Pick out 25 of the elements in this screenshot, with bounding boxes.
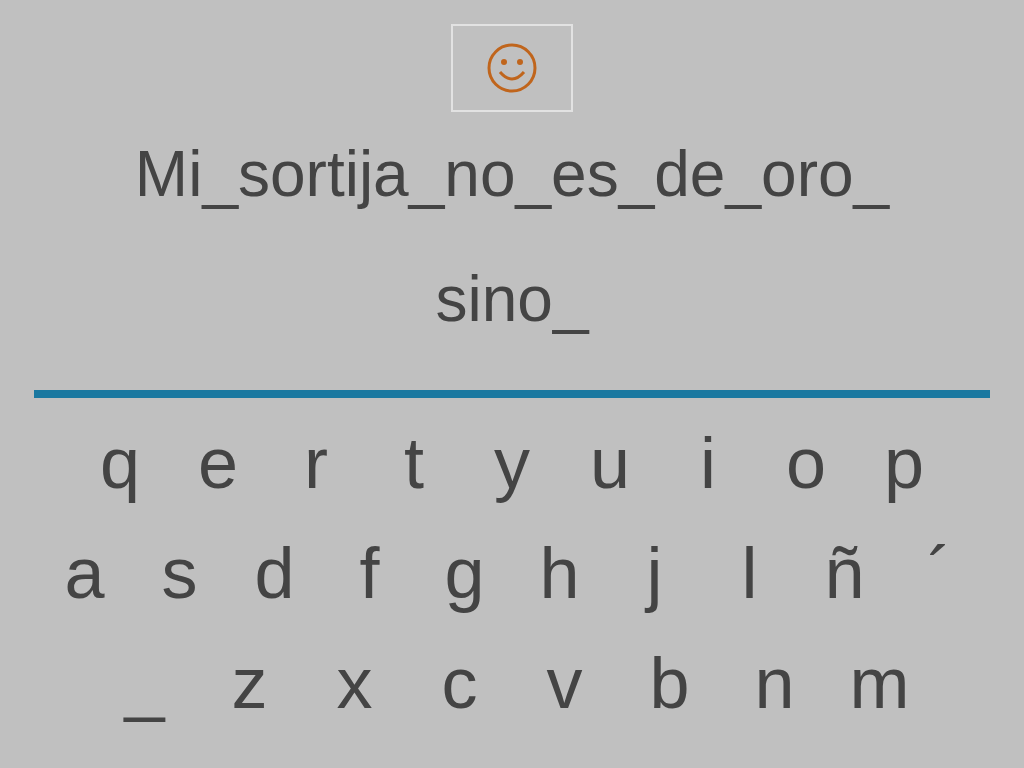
- letter-key[interactable]: c: [407, 647, 512, 719]
- letter-key[interactable]: n: [722, 647, 827, 719]
- letter-key[interactable]: v: [512, 647, 617, 719]
- letter-key[interactable]: b: [617, 647, 722, 719]
- letter-key[interactable]: m: [827, 647, 932, 719]
- letter-key[interactable]: a: [37, 537, 132, 609]
- sentence-text: sino_: [435, 263, 589, 335]
- letter-key[interactable]: h: [512, 537, 607, 609]
- letter-key[interactable]: e: [169, 427, 267, 499]
- letter-key[interactable]: d: [227, 537, 322, 609]
- letter-key[interactable]: r: [267, 427, 365, 499]
- letter-key[interactable]: s: [132, 537, 227, 609]
- smiley-button[interactable]: [451, 24, 573, 112]
- smiley-icon: [486, 42, 538, 94]
- letter-key[interactable]: ñ: [797, 537, 892, 609]
- letter-key[interactable]: l: [702, 537, 797, 609]
- letter-key[interactable]: z: [197, 647, 302, 719]
- letter-key[interactable]: i: [659, 427, 757, 499]
- letter-key[interactable]: x: [302, 647, 407, 719]
- sentence-text: Mi_sortija_no_es_de_oro_: [134, 138, 890, 210]
- letter-key[interactable]: ´: [892, 537, 987, 609]
- letter-key[interactable]: f: [322, 537, 417, 609]
- letter-key[interactable]: t: [365, 427, 463, 499]
- letter-key[interactable]: o: [757, 427, 855, 499]
- letter-key[interactable]: u: [561, 427, 659, 499]
